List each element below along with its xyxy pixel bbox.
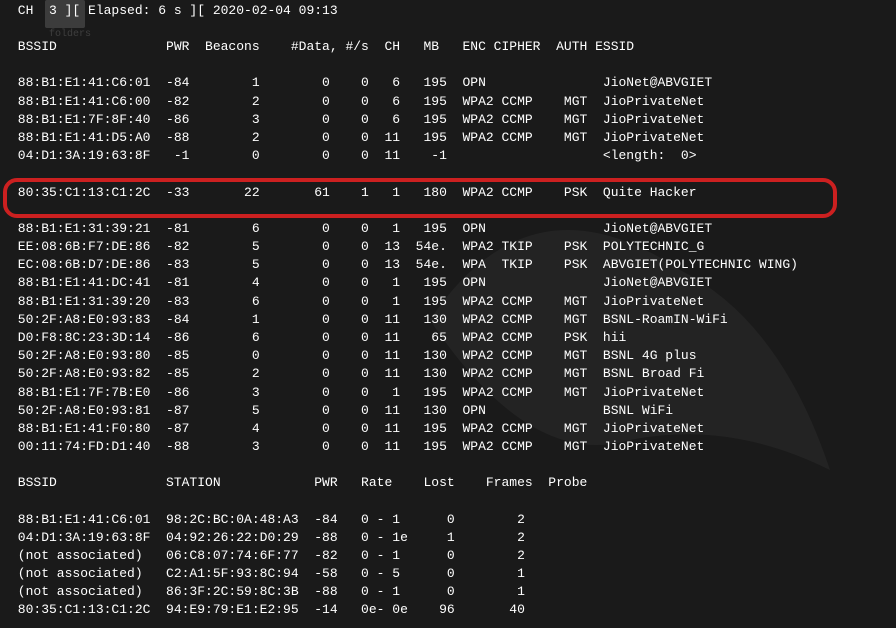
networks-table-header: BSSID PWR Beacons #Data, #/s CH MB ENC C… xyxy=(10,38,886,56)
network-row: 88:B1:E1:41:DC:41 -81 4 0 0 1 195 OPN Ji… xyxy=(10,274,886,292)
network-row: 88:B1:E1:41:C6:00 -82 2 0 0 6 195 WPA2 C… xyxy=(10,93,886,111)
network-row: 88:B1:E1:31:39:21 -81 6 0 0 1 195 OPN Ji… xyxy=(10,220,886,238)
station-row: (not associated) 06:C8:07:74:6F:77 -82 0… xyxy=(10,547,886,565)
stations-table-body: 88:B1:E1:41:C6:01 98:2C:BC:0A:48:A3 -84 … xyxy=(10,511,886,620)
network-row: 88:B1:E1:7F:7B:E0 -86 3 0 0 1 195 WPA2 C… xyxy=(10,384,886,402)
network-row: 80:35:C1:13:C1:2C -33 22 61 1 1 180 WPA2… xyxy=(10,184,886,202)
network-row: 04:D1:3A:19:63:8F -1 0 0 0 11 -1 <length… xyxy=(10,147,886,165)
network-row: EE:08:6B:F7:DE:86 -82 5 0 0 13 54e. WPA2… xyxy=(10,238,886,256)
network-row: 00:11:74:FD:D1:40 -88 3 0 0 11 195 WPA2 … xyxy=(10,438,886,456)
network-row: EC:08:6B:D7:DE:86 -83 5 0 0 13 54e. WPA … xyxy=(10,256,886,274)
network-row: D0:F8:8C:23:3D:14 -86 6 0 0 11 65 WPA2 C… xyxy=(10,329,886,347)
network-row: 88:B1:E1:31:39:20 -83 6 0 0 1 195 WPA2 C… xyxy=(10,293,886,311)
station-row: (not associated) C2:A1:5F:93:8C:94 -58 0… xyxy=(10,565,886,583)
networks-table-body: 88:B1:E1:41:C6:01 -84 1 0 0 6 195 OPN Ji… xyxy=(10,74,886,456)
stations-table-header: BSSID STATION PWR Rate Lost Frames Probe xyxy=(10,474,886,492)
station-row: (not associated) 86:3F:2C:59:8C:3B -88 0… xyxy=(10,583,886,601)
station-row: 80:35:C1:13:C1:2C 94:E9:79:E1:E2:95 -14 … xyxy=(10,601,886,619)
network-row: 50:2F:A8:E0:93:80 -85 0 0 0 11 130 WPA2 … xyxy=(10,347,886,365)
station-row: 88:B1:E1:41:C6:01 98:2C:BC:0A:48:A3 -84 … xyxy=(10,511,886,529)
network-row xyxy=(10,202,886,220)
status-line: CH 3 ][ Elapsed: 6 s ][ 2020-02-04 09:13 xyxy=(10,2,886,20)
network-row: 88:B1:E1:7F:8F:40 -86 3 0 0 6 195 WPA2 C… xyxy=(10,111,886,129)
network-row: 50:2F:A8:E0:93:82 -85 2 0 0 11 130 WPA2 … xyxy=(10,365,886,383)
network-row: 50:2F:A8:E0:93:81 -87 5 0 0 11 130 OPN B… xyxy=(10,402,886,420)
network-row: 88:B1:E1:41:F0:80 -87 4 0 0 11 195 WPA2 … xyxy=(10,420,886,438)
network-row xyxy=(10,165,886,183)
station-row: 04:D1:3A:19:63:8F 04:92:26:22:D0:29 -88 … xyxy=(10,529,886,547)
network-row: 88:B1:E1:41:D5:A0 -88 2 0 0 11 195 WPA2 … xyxy=(10,129,886,147)
network-row: 50:2F:A8:E0:93:83 -84 1 0 0 11 130 WPA2 … xyxy=(10,311,886,329)
network-row: 88:B1:E1:41:C6:01 -84 1 0 0 6 195 OPN Ji… xyxy=(10,74,886,92)
